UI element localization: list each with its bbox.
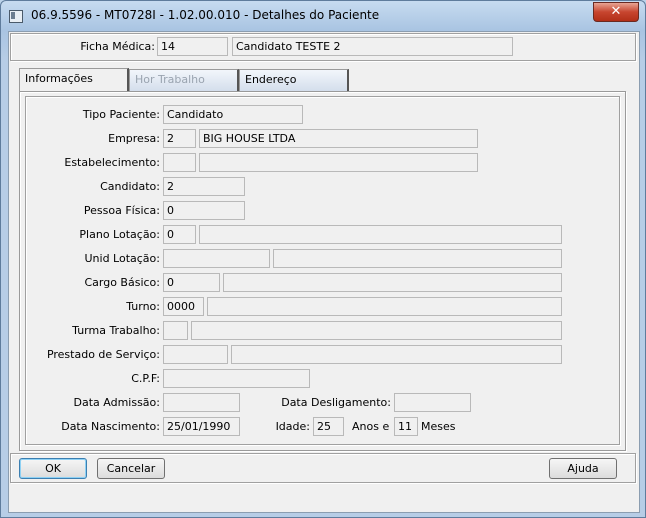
cargo-basico-name-field[interactable] <box>223 273 562 292</box>
empresa-name-field[interactable]: BIG HOUSE LTDA <box>199 129 478 148</box>
data-admissao-label: Data Admissão: <box>73 396 161 409</box>
unid-lotacao-name-field[interactable] <box>273 249 562 268</box>
tipo-paciente-field[interactable]: Candidato <box>163 105 303 124</box>
plano-lotacao-name-field[interactable] <box>199 225 562 244</box>
plano-lotacao-label: Plano Lotação: <box>79 228 160 241</box>
turma-trabalho-name-field[interactable] <box>191 321 562 340</box>
turno-name-field[interactable] <box>207 297 562 316</box>
empresa-code-field[interactable]: 2 <box>163 129 196 148</box>
candidato-field[interactable]: 2 <box>163 177 245 196</box>
data-admissao-field[interactable] <box>163 393 240 412</box>
turma-trabalho-code-field[interactable] <box>163 321 188 340</box>
data-desligamento-field[interactable] <box>394 393 471 412</box>
idade-label: Idade: <box>275 420 310 433</box>
prestado-servico-label: Prestado de Serviço: <box>46 348 160 361</box>
ok-button[interactable]: OK <box>19 458 87 479</box>
app-icon <box>9 10 23 23</box>
estabelecimento-name-field[interactable] <box>199 153 478 172</box>
data-nascimento-field[interactable]: 25/01/1990 <box>163 417 240 436</box>
cpf-field[interactable] <box>163 369 310 388</box>
turma-trabalho-label: Turma Trabalho: <box>72 324 160 337</box>
tab-informacoes[interactable]: Informações <box>19 68 129 92</box>
window-title: 06.9.5596 - MT0728I - 1.02.00.010 - Deta… <box>31 8 380 22</box>
cancel-button[interactable]: Cancelar <box>97 458 165 479</box>
data-nascimento-label: Data Nascimento: <box>61 420 160 433</box>
ficha-medica-number-field[interactable]: 14 <box>157 37 228 56</box>
pessoa-fisica-field[interactable]: 0 <box>163 201 245 220</box>
dialog-body: Ficha Médica: 14 Candidato TESTE 2 Infor… <box>8 31 640 513</box>
data-desligamento-label: Data Desligamento: <box>281 396 391 409</box>
ficha-medica-label: Ficha Médica: <box>80 40 155 53</box>
unid-lotacao-label: Unid Lotação: <box>84 252 160 265</box>
prestado-servico-code-field[interactable] <box>163 345 228 364</box>
title-bar[interactable]: 06.9.5596 - MT0728I - 1.02.00.010 - Deta… <box>1 1 645 31</box>
empresa-label: Empresa: <box>108 132 160 145</box>
dialog-window: 06.9.5596 - MT0728I - 1.02.00.010 - Deta… <box>0 0 646 518</box>
plano-lotacao-code-field[interactable]: 0 <box>163 225 196 244</box>
idade-anos-field[interactable]: 25 <box>313 417 344 436</box>
pessoa-fisica-label: Pessoa Física: <box>83 204 160 217</box>
tab-endereco[interactable]: Endereço <box>239 69 349 91</box>
help-button[interactable]: Ajuda <box>549 458 617 479</box>
estabelecimento-code-field[interactable] <box>163 153 196 172</box>
candidato-label: Candidato: <box>100 180 160 193</box>
cargo-basico-label: Cargo Básico: <box>84 276 160 289</box>
turno-label: Turno: <box>126 300 160 313</box>
cargo-basico-code-field[interactable]: 0 <box>163 273 220 292</box>
close-button[interactable]: ✕ <box>593 2 639 22</box>
anos-label: Anos e <box>352 420 390 433</box>
turno-code-field[interactable]: 0000 <box>163 297 204 316</box>
estabelecimento-label: Estabelecimento: <box>64 156 160 169</box>
ficha-medica-name-field[interactable]: Candidato TESTE 2 <box>232 37 513 56</box>
prestado-servico-name-field[interactable] <box>231 345 562 364</box>
tab-hor-trabalho[interactable]: Hor Trabalho <box>129 69 239 91</box>
unid-lotacao-code-field[interactable] <box>163 249 270 268</box>
tipo-paciente-label: Tipo Paciente: <box>82 108 160 121</box>
idade-meses-field[interactable]: 11 <box>394 417 418 436</box>
meses-label: Meses <box>421 420 456 433</box>
cpf-label: C.P.F: <box>131 372 160 385</box>
